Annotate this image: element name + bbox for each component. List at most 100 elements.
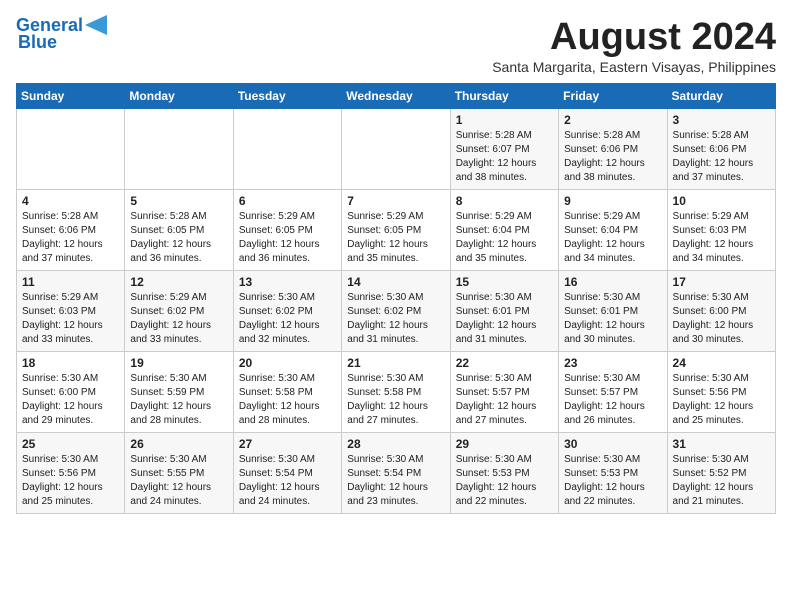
date-number: 17 <box>673 275 770 289</box>
date-number: 15 <box>456 275 553 289</box>
cell-info: Sunrise: 5:28 AM Sunset: 6:06 PM Dayligh… <box>564 129 661 185</box>
logo-blue: Blue <box>18 32 57 53</box>
day-header-tuesday: Tuesday <box>233 84 341 109</box>
calendar-cell: 9 Sunrise: 5:29 AM Sunset: 6:04 PM Daylig… <box>559 190 667 271</box>
calendar-cell: 8Sunrise: 5:29 AM Sunset: 6:04 PM Daylig… <box>450 190 558 271</box>
cell-info: Sunrise: 5:29 AM Sunset: 6:03 PM Dayligh… <box>673 210 770 266</box>
date-number: 25 <box>22 437 119 451</box>
calendar-cell: 6 Sunrise: 5:29 AM Sunset: 6:05 PM Daylig… <box>233 190 341 271</box>
calendar-cell: 31Sunrise: 5:30 AM Sunset: 5:52 PM Dayli… <box>667 433 775 514</box>
date-number: 18 <box>22 356 119 370</box>
date-number: 23 <box>564 356 661 370</box>
calendar-cell: 17 Sunrise: 5:30 AM Sunset: 6:00 PM Dayli… <box>667 271 775 352</box>
calendar-cell: 27 Sunrise: 5:30 AM Sunset: 5:54 PM Dayli… <box>233 433 341 514</box>
cell-info: Sunrise: 5:30 AM Sunset: 5:56 PM Dayligh… <box>22 453 119 509</box>
calendar-cell: 30 Sunrise: 5:30 AM Sunset: 5:53 PM Dayli… <box>559 433 667 514</box>
date-number: 1 <box>456 113 553 127</box>
calendar-cell <box>233 109 341 190</box>
date-number: 3 <box>673 113 770 127</box>
calendar-cell: 21Sunrise: 5:30 AM Sunset: 5:58 PM Dayli… <box>342 352 450 433</box>
date-number: 4 <box>22 194 119 208</box>
date-number: 26 <box>130 437 227 451</box>
date-number: 27 <box>239 437 336 451</box>
calendar-table: SundayMondayTuesdayWednesdayThursdayFrid… <box>16 83 776 514</box>
calendar-cell: 19Sunrise: 5:30 AM Sunset: 5:59 PM Dayli… <box>125 352 233 433</box>
cell-info: Sunrise: 5:29 AM Sunset: 6:02 PM Dayligh… <box>130 291 227 347</box>
calendar-cell: 16 Sunrise: 5:30 AM Sunset: 6:01 PM Dayli… <box>559 271 667 352</box>
date-number: 22 <box>456 356 553 370</box>
cell-info: Sunrise: 5:30 AM Sunset: 6:00 PM Dayligh… <box>22 372 119 428</box>
day-header-friday: Friday <box>559 84 667 109</box>
cell-info: Sunrise: 5:30 AM Sunset: 5:57 PM Dayligh… <box>456 372 553 428</box>
calendar-cell: 15 Sunrise: 5:30 AM Sunset: 6:01 PM Dayli… <box>450 271 558 352</box>
calendar-cell: 12 Sunrise: 5:29 AM Sunset: 6:02 PM Dayli… <box>125 271 233 352</box>
calendar-cell: 2 Sunrise: 5:28 AM Sunset: 6:06 PM Daylig… <box>559 109 667 190</box>
date-number: 2 <box>564 113 661 127</box>
cell-info: Sunrise: 5:29 AM Sunset: 6:04 PM Dayligh… <box>564 210 661 266</box>
month-title: August 2024 <box>492 16 776 59</box>
date-number: 9 <box>564 194 661 208</box>
calendar-cell: 4 Sunrise: 5:28 AM Sunset: 6:06 PM Daylig… <box>17 190 125 271</box>
calendar-cell: 1Sunrise: 5:28 AM Sunset: 6:07 PM Daylig… <box>450 109 558 190</box>
cell-info: Sunrise: 5:29 AM Sunset: 6:04 PM Dayligh… <box>456 210 553 266</box>
cell-info: Sunrise: 5:30 AM Sunset: 5:56 PM Dayligh… <box>673 372 770 428</box>
calendar-cell: 10 Sunrise: 5:29 AM Sunset: 6:03 PM Dayli… <box>667 190 775 271</box>
day-header-wednesday: Wednesday <box>342 84 450 109</box>
cell-info: Sunrise: 5:30 AM Sunset: 6:02 PM Dayligh… <box>239 291 336 347</box>
cell-info: Sunrise: 5:29 AM Sunset: 6:03 PM Dayligh… <box>22 291 119 347</box>
cell-info: Sunrise: 5:28 AM Sunset: 6:05 PM Dayligh… <box>130 210 227 266</box>
cell-info: Sunrise: 5:30 AM Sunset: 5:53 PM Dayligh… <box>564 453 661 509</box>
date-number: 30 <box>564 437 661 451</box>
calendar-cell: 28 Sunrise: 5:30 AM Sunset: 5:54 PM Dayli… <box>342 433 450 514</box>
calendar-cell: 29 Sunrise: 5:30 AM Sunset: 5:53 PM Dayli… <box>450 433 558 514</box>
cell-info: Sunrise: 5:30 AM Sunset: 6:02 PM Dayligh… <box>347 291 444 347</box>
date-number: 12 <box>130 275 227 289</box>
date-number: 19 <box>130 356 227 370</box>
cell-info: Sunrise: 5:28 AM Sunset: 6:06 PM Dayligh… <box>673 129 770 185</box>
title-block: August 2024 Santa Margarita, Eastern Vis… <box>492 16 776 75</box>
date-number: 21 <box>347 356 444 370</box>
logo: General Blue <box>16 16 107 53</box>
calendar-cell <box>125 109 233 190</box>
location: Santa Margarita, Eastern Visayas, Philip… <box>492 59 776 75</box>
day-header-thursday: Thursday <box>450 84 558 109</box>
calendar-cell <box>17 109 125 190</box>
cell-info: Sunrise: 5:30 AM Sunset: 5:54 PM Dayligh… <box>239 453 336 509</box>
date-number: 11 <box>22 275 119 289</box>
date-number: 7 <box>347 194 444 208</box>
calendar-cell: 26Sunrise: 5:30 AM Sunset: 5:55 PM Dayli… <box>125 433 233 514</box>
cell-info: Sunrise: 5:30 AM Sunset: 5:57 PM Dayligh… <box>564 372 661 428</box>
date-number: 29 <box>456 437 553 451</box>
date-number: 28 <box>347 437 444 451</box>
cell-info: Sunrise: 5:30 AM Sunset: 6:01 PM Dayligh… <box>564 291 661 347</box>
calendar-cell: 25 Sunrise: 5:30 AM Sunset: 5:56 PM Dayli… <box>17 433 125 514</box>
cell-info: Sunrise: 5:30 AM Sunset: 5:53 PM Dayligh… <box>456 453 553 509</box>
calendar-cell: 24 Sunrise: 5:30 AM Sunset: 5:56 PM Dayli… <box>667 352 775 433</box>
date-number: 6 <box>239 194 336 208</box>
calendar-cell: 18 Sunrise: 5:30 AM Sunset: 6:00 PM Dayli… <box>17 352 125 433</box>
cell-info: Sunrise: 5:30 AM Sunset: 6:01 PM Dayligh… <box>456 291 553 347</box>
calendar-cell: 14 Sunrise: 5:30 AM Sunset: 6:02 PM Dayli… <box>342 271 450 352</box>
cell-info: Sunrise: 5:30 AM Sunset: 6:00 PM Dayligh… <box>673 291 770 347</box>
cell-info: Sunrise: 5:30 AM Sunset: 5:52 PM Dayligh… <box>673 453 770 509</box>
date-number: 10 <box>673 194 770 208</box>
calendar-cell: 7Sunrise: 5:29 AM Sunset: 6:05 PM Daylig… <box>342 190 450 271</box>
logo-icon <box>85 15 107 35</box>
date-number: 5 <box>130 194 227 208</box>
cell-info: Sunrise: 5:30 AM Sunset: 5:58 PM Dayligh… <box>239 372 336 428</box>
cell-info: Sunrise: 5:29 AM Sunset: 6:05 PM Dayligh… <box>239 210 336 266</box>
calendar-cell: 3 Sunrise: 5:28 AM Sunset: 6:06 PM Daylig… <box>667 109 775 190</box>
date-number: 20 <box>239 356 336 370</box>
calendar-cell: 11 Sunrise: 5:29 AM Sunset: 6:03 PM Dayli… <box>17 271 125 352</box>
cell-info: Sunrise: 5:30 AM Sunset: 5:54 PM Dayligh… <box>347 453 444 509</box>
calendar-cell <box>342 109 450 190</box>
calendar-cell: 13 Sunrise: 5:30 AM Sunset: 6:02 PM Dayli… <box>233 271 341 352</box>
page-header: General Blue August 2024 Santa Margarita… <box>16 16 776 75</box>
calendar-cell: 20 Sunrise: 5:30 AM Sunset: 5:58 PM Dayli… <box>233 352 341 433</box>
date-number: 14 <box>347 275 444 289</box>
cell-info: Sunrise: 5:28 AM Sunset: 6:06 PM Dayligh… <box>22 210 119 266</box>
date-number: 13 <box>239 275 336 289</box>
date-number: 16 <box>564 275 661 289</box>
date-number: 24 <box>673 356 770 370</box>
calendar-cell: 23 Sunrise: 5:30 AM Sunset: 5:57 PM Dayli… <box>559 352 667 433</box>
